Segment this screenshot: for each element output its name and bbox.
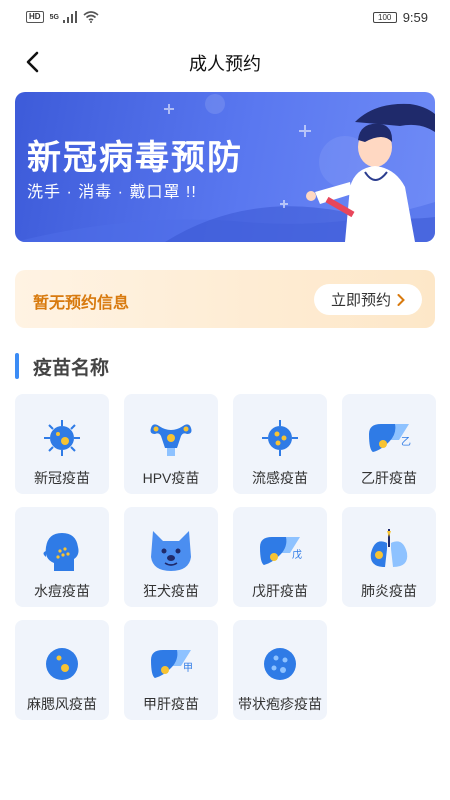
network-type: 5G (49, 13, 59, 21)
lungs-icon (370, 529, 408, 567)
nav-header: 成人预约 (0, 40, 450, 84)
status-left: HD 5G (26, 11, 99, 23)
vaccine-tile-covid[interactable]: 新冠疫苗 (15, 394, 109, 494)
wifi-icon (83, 11, 99, 23)
liver-a-mark: 甲 (183, 663, 193, 674)
vaccine-tile-rabies[interactable]: 狂犬疫苗 (124, 507, 218, 607)
vaccine-tile-hepatitis-b[interactable]: 乙 乙肝疫苗 (342, 394, 436, 494)
page-title: 成人预约 (189, 54, 261, 74)
liver-e-icon: 戊 (260, 537, 302, 565)
liver-e-mark: 戊 (292, 549, 302, 561)
vaccine-tile-mmr[interactable]: 麻腮风疫苗 (15, 620, 109, 720)
section-title: 疫苗名称 (33, 357, 110, 379)
book-now-label: 立即预约 (330, 292, 391, 309)
vaccine-section-header: 疫苗名称 (15, 352, 109, 380)
vaccine-tile-hpv[interactable]: HPV疫苗 (124, 394, 218, 494)
chickenpox-head-icon (43, 533, 79, 571)
liver-b-icon: 乙 (369, 424, 411, 452)
vaccine-label: 新冠疫苗 (34, 470, 90, 486)
vaccine-label: 狂犬疫苗 (143, 583, 199, 599)
banner-title: 新冠病毒预防 (27, 139, 243, 177)
status-bar: HD 5G 100 9:59 (0, 0, 450, 34)
vaccine-label: 水痘疫苗 (34, 583, 90, 599)
covid-prevention-banner[interactable]: 新冠病毒预防 洗手 · 消毒 · 戴口罩 !! (15, 92, 435, 242)
status-right: 100 9:59 (372, 9, 428, 25)
banner-subtitle: 洗手 · 消毒 · 戴口罩 !! (27, 184, 197, 201)
signal-icon (62, 11, 77, 23)
liver-b-mark: 乙 (401, 436, 411, 448)
vaccine-label: HPV疫苗 (142, 470, 200, 486)
uterus-icon (150, 424, 192, 456)
flu-virus-icon (262, 420, 298, 456)
vaccine-tile-hepatitis-e[interactable]: 戊 戊肝疫苗 (233, 507, 327, 607)
vaccine-tile-pneumonia[interactable]: 肺炎疫苗 (342, 507, 436, 607)
vaccine-tile-shingles[interactable]: 带状疱疹疫苗 (233, 620, 327, 720)
section-accent-bar (15, 353, 19, 379)
vaccine-label: 带状疱疹疫苗 (238, 696, 322, 712)
appointment-status-card: 暂无预约信息 立即预约 (15, 270, 435, 328)
vaccine-tile-flu[interactable]: 流感疫苗 (233, 394, 327, 494)
liver-a-icon: 甲 (151, 650, 193, 678)
chevron-right-icon (397, 293, 405, 306)
battery-icon: 100 (372, 11, 397, 23)
vaccine-label: 流感疫苗 (252, 470, 308, 486)
book-now-button[interactable]: 立即预约 (314, 284, 422, 315)
shingles-cell-icon (264, 648, 296, 680)
vaccine-label: 肺炎疫苗 (361, 583, 417, 599)
measles-cell-icon (46, 648, 78, 680)
vaccine-label: 乙肝疫苗 (361, 470, 417, 486)
vaccine-tile-chickenpox[interactable]: 水痘疫苗 (15, 507, 109, 607)
vaccine-label: 麻腮风疫苗 (27, 696, 97, 712)
vaccine-label: 戊肝疫苗 (252, 583, 308, 599)
clock: 9:59 (402, 9, 428, 25)
dog-face-icon (151, 531, 191, 571)
vaccine-grid: 新冠疫苗 HPV疫苗 流感疫苗 乙 乙肝疫苗 水痘疫苗 狂犬疫苗 戊 戊肝疫苗 … (15, 394, 436, 720)
vaccine-tile-hepatitis-a[interactable]: 甲 甲肝疫苗 (124, 620, 218, 720)
hd-badge: HD (26, 11, 44, 23)
virus-icon (44, 420, 80, 456)
vaccine-label: 甲肝疫苗 (143, 696, 199, 712)
no-appointment-text: 暂无预约信息 (33, 295, 130, 312)
